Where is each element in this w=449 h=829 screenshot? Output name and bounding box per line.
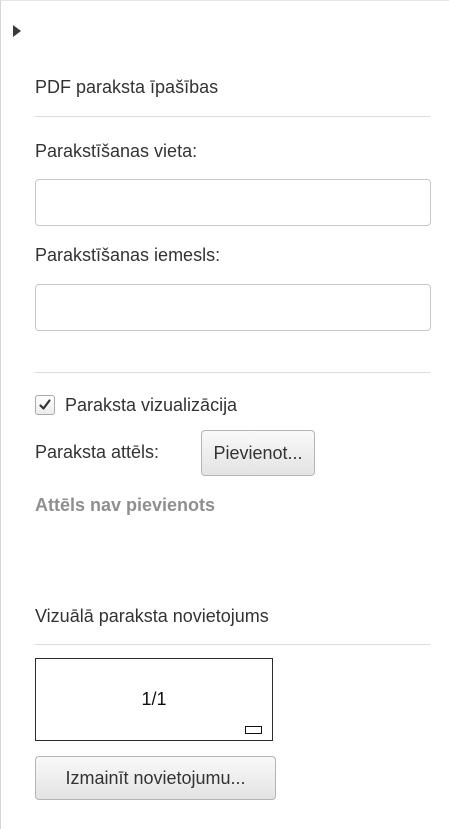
signature-visualization-label: Paraksta vizualizācija	[65, 394, 238, 415]
page-indicator: 1/1	[141, 689, 167, 709]
signing-location-label: Parakstīšanas vieta:	[35, 141, 198, 161]
expand-triangle-icon[interactable]	[13, 25, 21, 37]
add-image-button[interactable]: Pievienot...	[201, 430, 315, 476]
signing-reason-label: Parakstīšanas iemesls:	[35, 245, 221, 265]
divider	[35, 372, 430, 373]
pdf-signature-properties-panel: PDF paraksta īpašības Parakstīšanas viet…	[0, 0, 449, 829]
signature-position-marker	[245, 726, 262, 734]
checkmark-icon	[39, 399, 51, 410]
change-position-button[interactable]: Izmainīt novietojumu...	[35, 756, 276, 800]
signing-reason-input[interactable]	[35, 284, 431, 331]
image-status-text: Attēls nav pievienots	[35, 495, 216, 515]
signature-visualization-checkbox[interactable]	[35, 395, 55, 415]
pdf-properties-title: PDF paraksta īpašības	[35, 77, 219, 97]
signature-position-title: Vizuālā paraksta novietojums	[35, 606, 269, 626]
divider	[35, 116, 430, 117]
signature-position-preview[interactable]: 1/1	[35, 658, 273, 741]
signature-image-label: Paraksta attēls:	[35, 442, 160, 462]
divider	[35, 644, 430, 645]
signature-visualization-checkbox-row[interactable]: Paraksta vizualizācija	[35, 393, 237, 417]
signing-location-input[interactable]	[35, 179, 431, 226]
